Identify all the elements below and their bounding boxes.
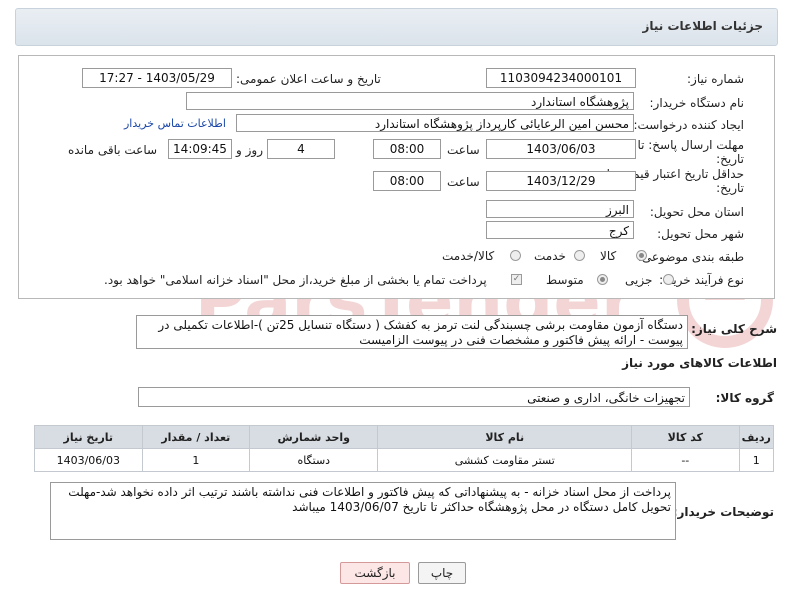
summary-field: دستگاه آزمون مقاومت برشی چسبندگی لنت ترم… [136,315,688,349]
deadline-time-field: 08:00 [373,139,441,159]
city-label: شهر محل تحویل: [657,227,744,241]
table-cell: 1403/06/03 [34,448,143,472]
validity-date-field: 1403/12/29 [486,171,636,191]
province-label: استان محل تحویل: [649,205,744,219]
announce-field: 1403/05/29 - 17:27 [82,68,232,88]
category-option-goods: کالا [600,249,617,263]
category-radio-goods[interactable] [636,250,647,261]
summary-label: شرح کلی نیاز: [691,322,777,336]
table-header-row: ردیف کد کالا نام کالا واحد شمارش تعداد /… [34,425,775,449]
category-option-goods-service: کالا/خدمت [442,249,495,263]
buyer-contact-link[interactable]: اطلاعات تماس خریدار [124,117,226,130]
table-cell: 1 [738,448,775,472]
buyer-notes-label: توضیحات خریدار: [672,505,774,519]
buyer-org-label: نام دستگاه خریدار: [649,96,745,110]
column-header: واحد شمارش [249,425,379,449]
print-button[interactable]: چاپ [418,562,466,584]
goods-table: ردیف کد کالا نام کالا واحد شمارش تعداد /… [34,425,775,472]
deadline-date-label: تاریخ: [716,152,744,166]
creator-label: ایجاد کننده درخواست: [633,118,744,132]
column-header: تاریخ نیاز [34,425,143,449]
validity-time-label: ساعت [447,175,480,189]
column-header: تعداد / مقدار [141,425,251,449]
days-remaining-field: 4 [267,139,335,159]
category-label: طبقه بندی موضوعی: [637,250,744,264]
goods-group-field: تجهیزات خانگی، اداری و صنعتی [138,387,690,407]
category-radio-goods-service[interactable] [510,250,521,261]
validity-time-field: 08:00 [373,171,441,191]
category-radio-service[interactable] [574,250,585,261]
process-option-medium: متوسط [546,273,584,287]
table-cell: دستگاه [249,448,379,472]
deadline-date-field: 1403/06/03 [486,139,636,159]
column-header: نام کالا [377,425,633,449]
column-header: کد کالا [631,425,740,449]
city-field: کرج [486,221,634,239]
province-field: البرز [486,200,634,218]
table-cell: 1 [141,448,251,472]
process-radio-minor[interactable] [663,274,674,285]
goods-group-label: گروه کالا: [715,391,774,405]
table-row: 1 -- تستر مقاومت کششی دستگاه 1 1403/06/0… [34,448,775,472]
announce-label: تاریخ و ساعت اعلان عمومی: [236,72,381,86]
need-number-label: شماره نیاز: [687,72,744,86]
table-cell: -- [631,448,740,472]
page-header: جزئیات اطلاعات نیاز [15,8,778,46]
buyer-notes-field: پرداخت از محل اسناد خزانه - به پیشنهادات… [50,482,676,540]
table-cell: تستر مقاومت کششی [377,448,633,472]
page-title: جزئیات اطلاعات نیاز [642,19,763,33]
validity-date-label: تاریخ: [716,181,744,195]
deadline-label: مهلت ارسال پاسخ: تا [637,138,744,152]
payment-note: پرداخت تمام یا بخشی از مبلغ خرید،از محل … [104,273,487,287]
process-radio-medium[interactable] [597,274,608,285]
goods-section-title: اطلاعات کالاهای مورد نیاز [622,356,777,370]
creator-field: محسن امین الرعایائی کارپرداز پژوهشگاه اس… [236,114,634,132]
days-label: روز و [236,143,263,157]
need-number-field: 1103094234000101 [486,68,636,88]
remaining-label: ساعت باقی مانده [68,143,158,157]
checkmark-icon: ✓ [512,274,521,284]
buyer-org-field: پژوهشگاه استاندارد [186,92,634,110]
remaining-time-field: 14:09:45 [168,139,232,159]
category-option-service: خدمت [534,249,566,263]
treasury-checkbox[interactable]: ✓ [511,274,522,285]
process-option-minor: جزیی [625,273,653,287]
column-header: ردیف [738,425,775,449]
back-button[interactable]: بازگشت [340,562,410,584]
deadline-time-label: ساعت [447,143,480,157]
